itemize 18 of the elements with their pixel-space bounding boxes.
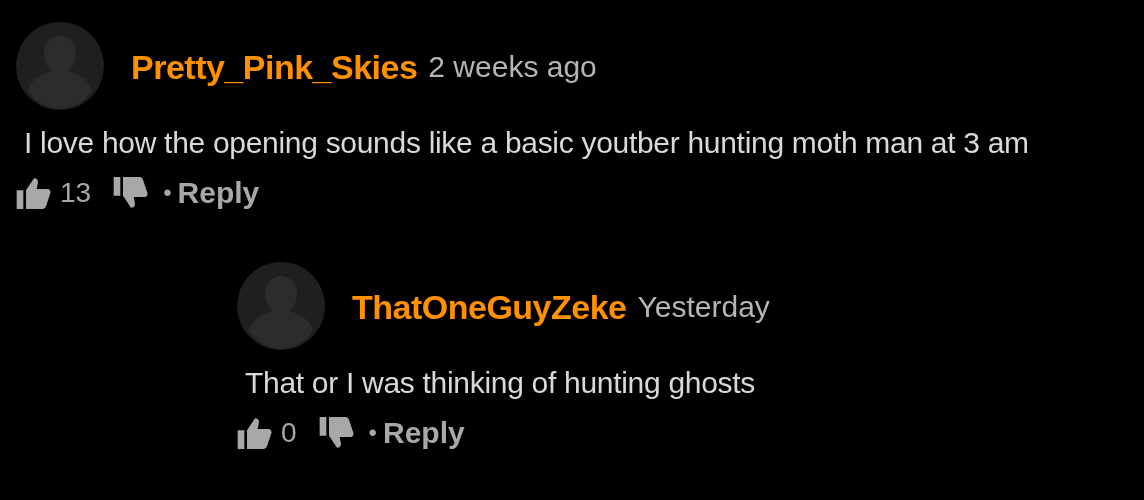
thumbs-up-icon[interactable] — [237, 417, 273, 449]
username[interactable]: Pretty_Pink_Skies — [131, 47, 418, 87]
timestamp: Yesterday — [637, 290, 770, 324]
separator: • — [163, 179, 172, 207]
avatar-icon — [16, 22, 104, 110]
username[interactable]: ThatOneGuyZeke — [352, 287, 627, 327]
separator: • — [368, 419, 377, 447]
like-count: 0 — [281, 417, 297, 449]
thumbs-down-icon[interactable] — [113, 177, 150, 209]
avatar-icon — [237, 262, 325, 350]
timestamp: 2 weeks ago — [428, 50, 597, 84]
comment-text: I love how the opening sounds like a basic youtber hunting moth man at 3 am — [24, 126, 1030, 160]
reply-link[interactable]: Reply — [177, 176, 260, 210]
comment-text: That or I was thinking of hunting ghosts — [245, 366, 756, 400]
reply-link[interactable]: Reply — [383, 416, 465, 450]
thumbs-up-icon[interactable] — [16, 177, 52, 209]
like-count: 13 — [60, 177, 92, 209]
thumbs-down-icon[interactable] — [318, 417, 355, 449]
